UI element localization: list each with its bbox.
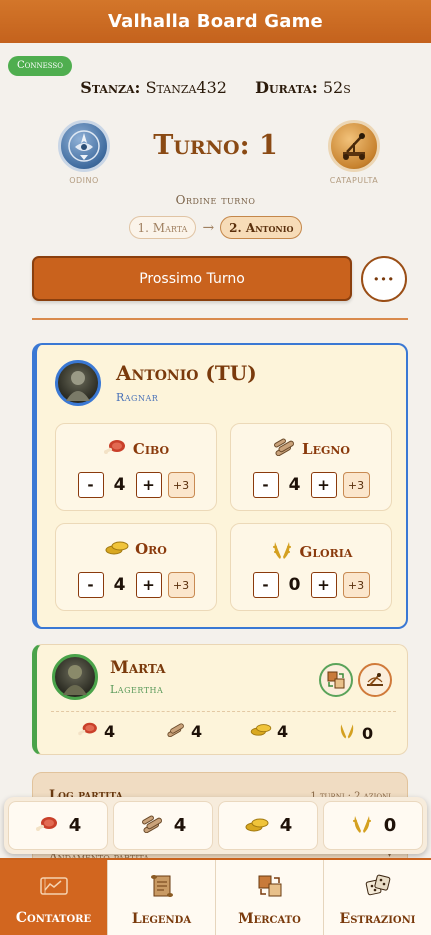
wood-logs-icon [272, 438, 296, 460]
decrement-button[interactable]: - [252, 572, 279, 598]
sticky-resource-cibo: 4 [8, 801, 108, 850]
meat-icon [77, 721, 99, 741]
other-player-card[interactable]: Marta Lagertha 4 4 4 0 [32, 644, 408, 755]
player-name: Antonio (TU) [116, 361, 257, 385]
divider [32, 318, 408, 320]
resource-label: Cibo [132, 440, 170, 458]
resource-value: 4 [191, 721, 203, 741]
resource-cibo: Cibo - 4 + +3 [55, 423, 217, 511]
resource-label: Oro [135, 540, 167, 558]
catapult-icon [358, 663, 392, 697]
decrement-button[interactable]: - [77, 472, 104, 498]
meat-icon [103, 438, 127, 460]
divider [51, 711, 396, 712]
player-name: Marta [110, 658, 166, 678]
faction-right-caption: Catapulta [329, 176, 379, 185]
sticky-resource-oro: 4 [218, 801, 318, 850]
sticky-resource-bar: 4 4 4 0 [4, 797, 427, 854]
gold-coins-icon [244, 815, 270, 837]
turn-order-label: Ordine turno [175, 193, 256, 207]
sticky-resource-gloria: 0 [323, 801, 423, 850]
nav-label: Contatore [15, 909, 92, 926]
counter-icon [39, 874, 69, 902]
add-three-button[interactable]: +3 [167, 472, 195, 498]
turn-order-item: 1. Marta [128, 216, 197, 239]
duration-value: 52s [322, 78, 351, 97]
resource-value: 4 [113, 575, 126, 595]
room-value: Stanza432 [145, 78, 227, 97]
resource-value: 0 [288, 575, 301, 595]
decrement-button[interactable]: - [77, 572, 104, 598]
resource-value: 4 [277, 721, 289, 741]
decrement-button[interactable]: - [252, 472, 279, 498]
resource-value: 4 [173, 815, 187, 836]
trade-icon [319, 663, 353, 697]
increment-button[interactable]: + [135, 472, 162, 498]
bottom-nav: Contatore Legenda Mercato Estrazioni [0, 858, 431, 935]
app-header: Valhalla Board Game [0, 0, 431, 43]
nav-tab-contatore[interactable]: Contatore [0, 860, 108, 935]
app-title: Valhalla Board Game [108, 11, 323, 32]
dice-icon [364, 873, 392, 903]
resource-value: 4 [288, 475, 301, 495]
current-player-card: Antonio (TU) Ragnar Cibo - 4 + +3 Legno … [32, 343, 408, 629]
turn-order-item-current: 2. Antonio [220, 216, 303, 239]
avatar [55, 360, 101, 406]
resource-label: Gloria [299, 543, 353, 561]
resource-oro: Oro - 4 + +3 [55, 523, 217, 611]
session-info: Stanza: Stanza432 Durata: 52s [0, 78, 431, 97]
connection-badge: Connesso [8, 56, 72, 76]
faction-left-caption: Odino [69, 176, 99, 185]
laurel-icon [337, 721, 357, 745]
meat-icon [35, 815, 59, 837]
nav-label: Legenda [131, 910, 192, 927]
nav-label: Estrazioni [339, 910, 416, 927]
nav-tab-estrazioni[interactable]: Estrazioni [324, 860, 431, 935]
add-three-button[interactable]: +3 [342, 572, 370, 598]
player-character: Lagertha [110, 683, 164, 696]
faction-right: Catapulta [324, 120, 384, 185]
add-three-button[interactable]: +3 [167, 572, 195, 598]
more-options-button[interactable]: ··· [361, 256, 407, 302]
scroll-icon [148, 873, 176, 903]
laurel-icon [350, 812, 374, 840]
gold-coins-icon [250, 721, 272, 741]
avatar [52, 654, 98, 700]
nav-tab-legenda[interactable]: Legenda [108, 860, 216, 935]
resource-value: 4 [113, 475, 126, 495]
resource-legno: Legno - 4 + +3 [230, 423, 392, 511]
resource-gloria: Gloria - 0 + +3 [230, 523, 392, 611]
increment-button[interactable]: + [135, 572, 162, 598]
increment-button[interactable]: + [310, 472, 337, 498]
room-label: Stanza: [80, 78, 141, 97]
wood-logs-icon [140, 815, 164, 837]
add-three-button[interactable]: +3 [342, 472, 370, 498]
turn-order: 1. Marta → 2. Antonio [0, 216, 431, 239]
resource-value: 0 [383, 815, 397, 836]
next-turn-button[interactable]: Prossimo Turno [32, 256, 352, 301]
nav-label: Mercato [238, 910, 301, 927]
trade-icon [256, 873, 284, 903]
other-player-resources: 4 4 4 0 [37, 721, 407, 743]
sticky-resource-legno: 4 [113, 801, 213, 850]
resource-value: 0 [362, 723, 374, 743]
increment-button[interactable]: + [310, 572, 337, 598]
resource-value: 4 [104, 721, 116, 741]
resource-value: 4 [279, 815, 293, 836]
catapult-emblem-icon [328, 120, 380, 172]
arrow-right-icon: → [202, 219, 215, 236]
ellipsis-icon: ··· [373, 268, 395, 290]
player-character: Ragnar [116, 391, 159, 404]
resource-label: Legno [302, 440, 350, 458]
laurel-icon [270, 538, 294, 566]
wood-logs-icon [164, 721, 186, 741]
duration-label: Durata: [255, 78, 318, 97]
nav-tab-mercato[interactable]: Mercato [216, 860, 324, 935]
resource-value: 4 [68, 815, 82, 836]
gold-coins-icon [105, 538, 129, 560]
